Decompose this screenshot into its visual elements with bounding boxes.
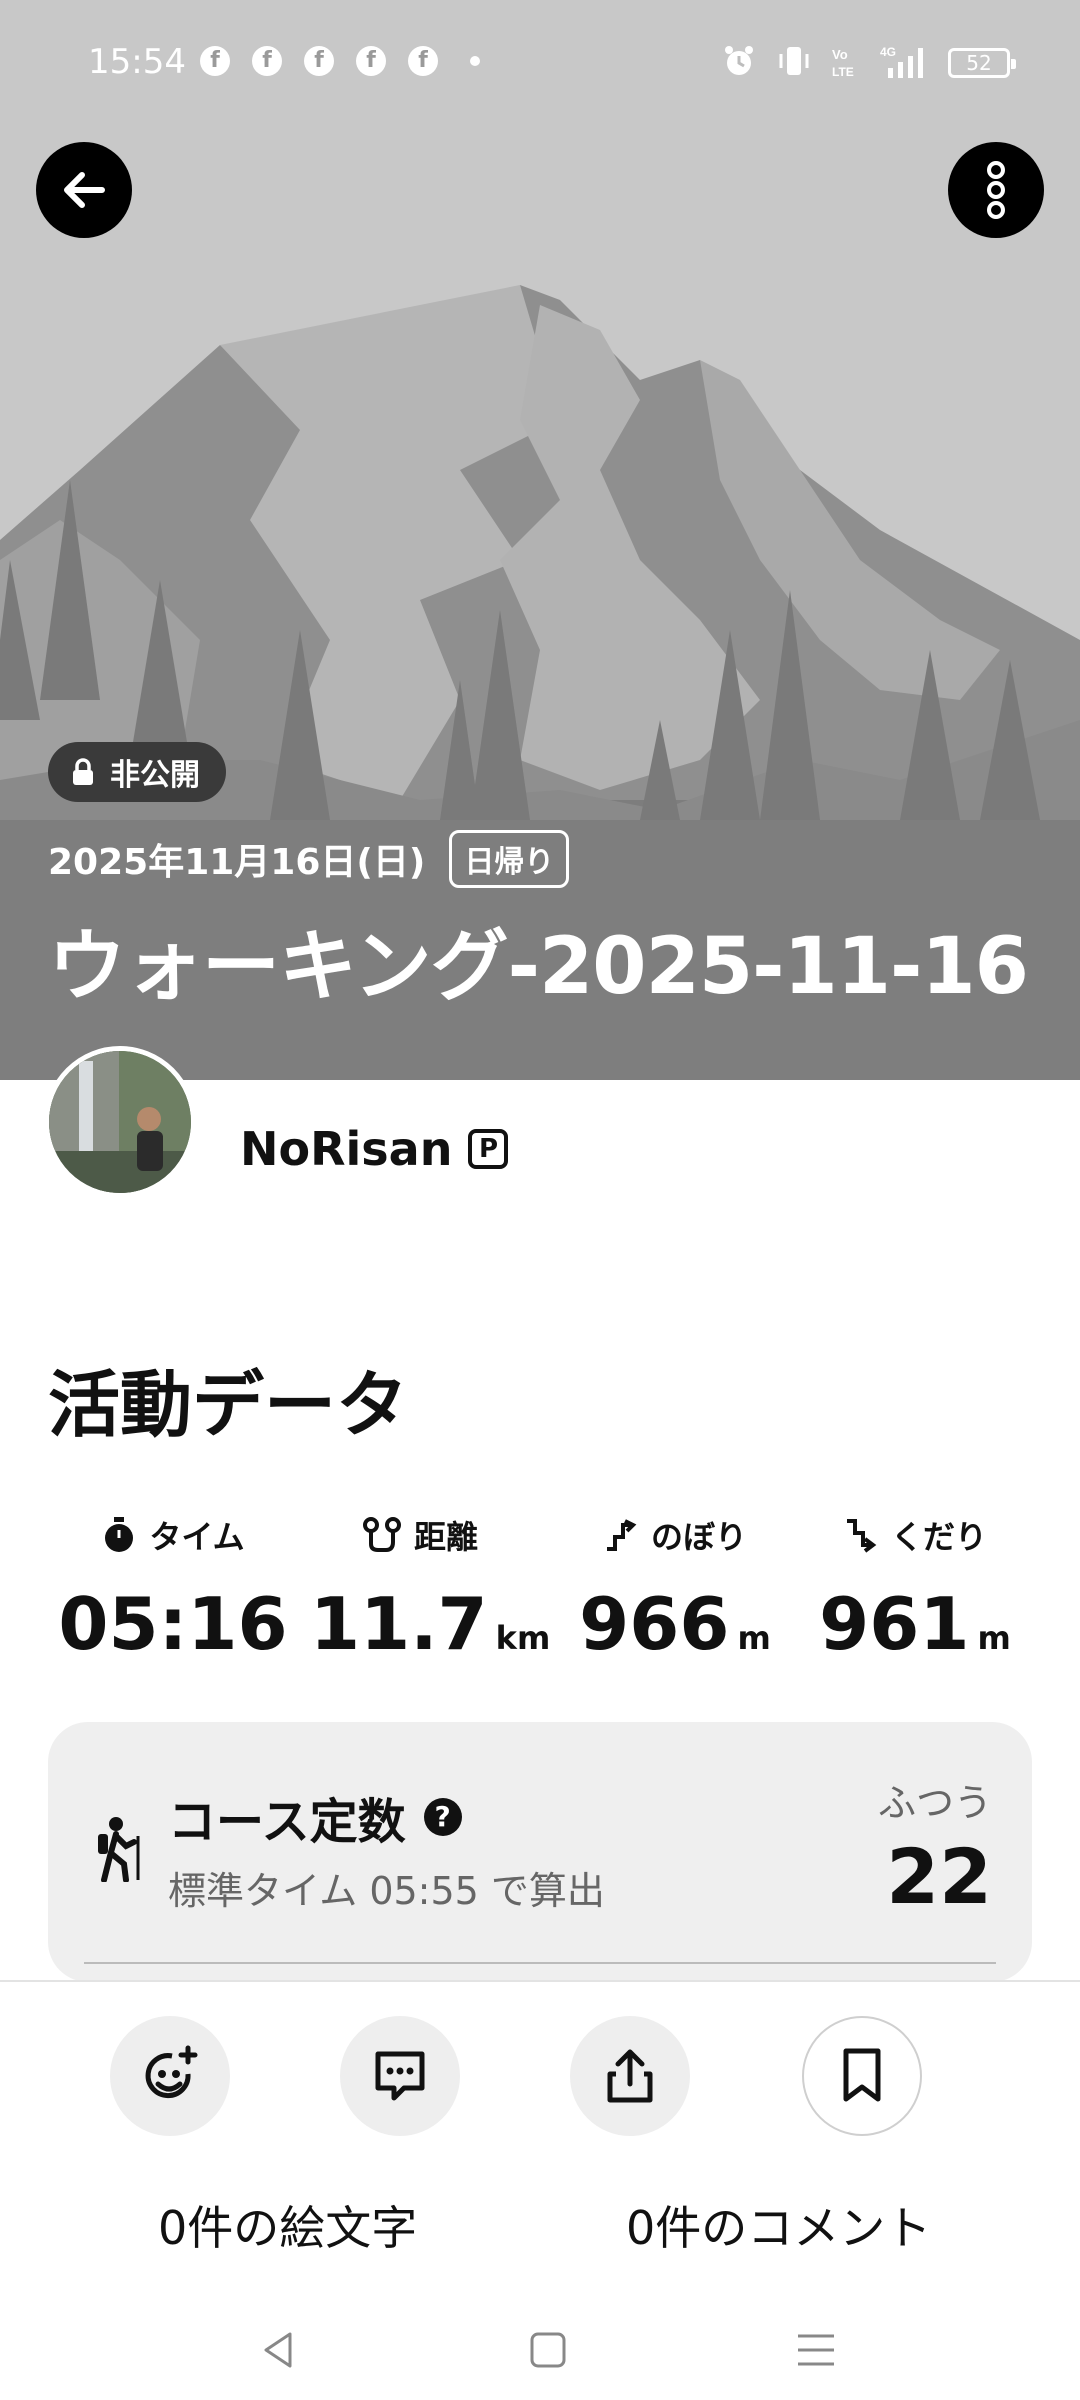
status-time: 15:54: [88, 42, 186, 82]
facebook-icon: f: [408, 46, 438, 76]
facebook-icon: f: [252, 46, 282, 76]
course-title-row: コース定数 ?: [168, 1782, 462, 1852]
stat-label: くだり: [890, 1518, 987, 1556]
activity-date: 2025年11月16日(日): [48, 842, 426, 883]
share-icon: [607, 2049, 653, 2103]
svg-text:Vo: Vo: [832, 47, 848, 62]
descent-icon: [846, 1519, 877, 1553]
nav-back-icon[interactable]: [258, 2330, 298, 2370]
bookmark-icon: [843, 2048, 881, 2102]
stopwatch-icon: [105, 1517, 134, 1552]
stat-value: 11.7: [310, 1582, 488, 1666]
add-emoji-button[interactable]: [110, 2016, 230, 2136]
avatar[interactable]: [44, 1046, 196, 1198]
hero-cover: 15:54 f f f f f Vo LTE 4G 52 非公開 2025年11…: [0, 0, 1080, 1080]
course-level: ふつう: [877, 1781, 992, 1825]
more-notifications-dot: [470, 56, 480, 66]
svg-text:LTE: LTE: [832, 65, 854, 79]
vibrate-icon: [779, 47, 809, 75]
system-nav-bar: [0, 2300, 1080, 2400]
privacy-label: 非公開: [110, 758, 200, 793]
arrow-left-icon: [64, 172, 105, 208]
nav-home-icon[interactable]: [528, 2330, 568, 2370]
activity-title: ウォーキング-2025-11-16: [48, 922, 1029, 1012]
hiker-icon: [98, 1817, 140, 1882]
comment-button[interactable]: [340, 2016, 460, 2136]
emoji-count-label[interactable]: 0件の絵文字: [158, 2192, 417, 2258]
emoji-add-icon: [145, 2045, 198, 2099]
course-constant-card[interactable]: コース定数 ? 標準タイム 05:55 で算出 ふつう 22: [48, 1722, 1032, 1982]
back-button[interactable]: [36, 142, 132, 238]
nav-menu-icon[interactable]: [796, 2330, 836, 2370]
facebook-icon: f: [356, 46, 386, 76]
stat-label: のぼり: [650, 1518, 747, 1556]
stat-value: 05:16: [58, 1582, 288, 1666]
premium-badge: P: [468, 1129, 509, 1169]
activity-date-row: 2025年11月16日(日) 日帰り: [48, 830, 570, 888]
comment-count-label[interactable]: 0件のコメント: [626, 2192, 931, 2258]
username: NoRisan: [240, 1122, 453, 1176]
divider: [84, 1962, 996, 1964]
stat-descent: くだり 961 m: [810, 1512, 1020, 1666]
more-options-button[interactable]: [948, 142, 1044, 238]
stat-value: 966: [579, 1582, 730, 1666]
section-title-activity: 活動データ: [48, 1363, 409, 1447]
volte-icon: Vo LTE: [832, 47, 854, 79]
share-button[interactable]: [570, 2016, 690, 2136]
bookmark-button[interactable]: [802, 2016, 922, 2136]
course-constant-value: 22: [886, 1832, 992, 1921]
stat-unit: m: [977, 1619, 1011, 1657]
course-subtitle: 標準タイム 05:55 で算出: [168, 1869, 605, 1913]
svg-text:4G: 4G: [880, 45, 896, 59]
stat-value: 961: [819, 1582, 970, 1666]
route-icon: [362, 1517, 401, 1552]
ascent-icon: [606, 1519, 637, 1551]
more-vertical-icon: [987, 161, 1005, 219]
facebook-icon: f: [304, 46, 334, 76]
stat-unit: km: [495, 1619, 551, 1657]
privacy-badge: 非公開: [48, 742, 226, 802]
alarm-icon: [725, 46, 753, 75]
stat-distance: 距離 11.7 km: [310, 1512, 550, 1666]
trip-type-badge: 日帰り: [449, 830, 570, 888]
avatar-photo: [49, 1051, 191, 1193]
stat-label: タイム: [149, 1518, 245, 1556]
facebook-icon: f: [200, 46, 230, 76]
stat-unit: m: [737, 1619, 771, 1657]
stat-ascent: のぼり 966 m: [570, 1512, 780, 1666]
comment-icon: [375, 2051, 425, 2101]
stat-time: タイム 05:16: [58, 1512, 288, 1666]
lock-icon: [73, 758, 93, 785]
status-bar: 15:54 f f f f f Vo LTE 4G 52: [0, 0, 1080, 110]
stat-label: 距離: [413, 1518, 478, 1556]
battery-indicator: 52: [948, 48, 1016, 78]
user-info[interactable]: NoRisan P: [240, 1122, 509, 1176]
course-title: コース定数: [168, 1794, 406, 1850]
signal-icon: 4G: [880, 45, 923, 78]
help-icon[interactable]: ?: [423, 1798, 462, 1836]
